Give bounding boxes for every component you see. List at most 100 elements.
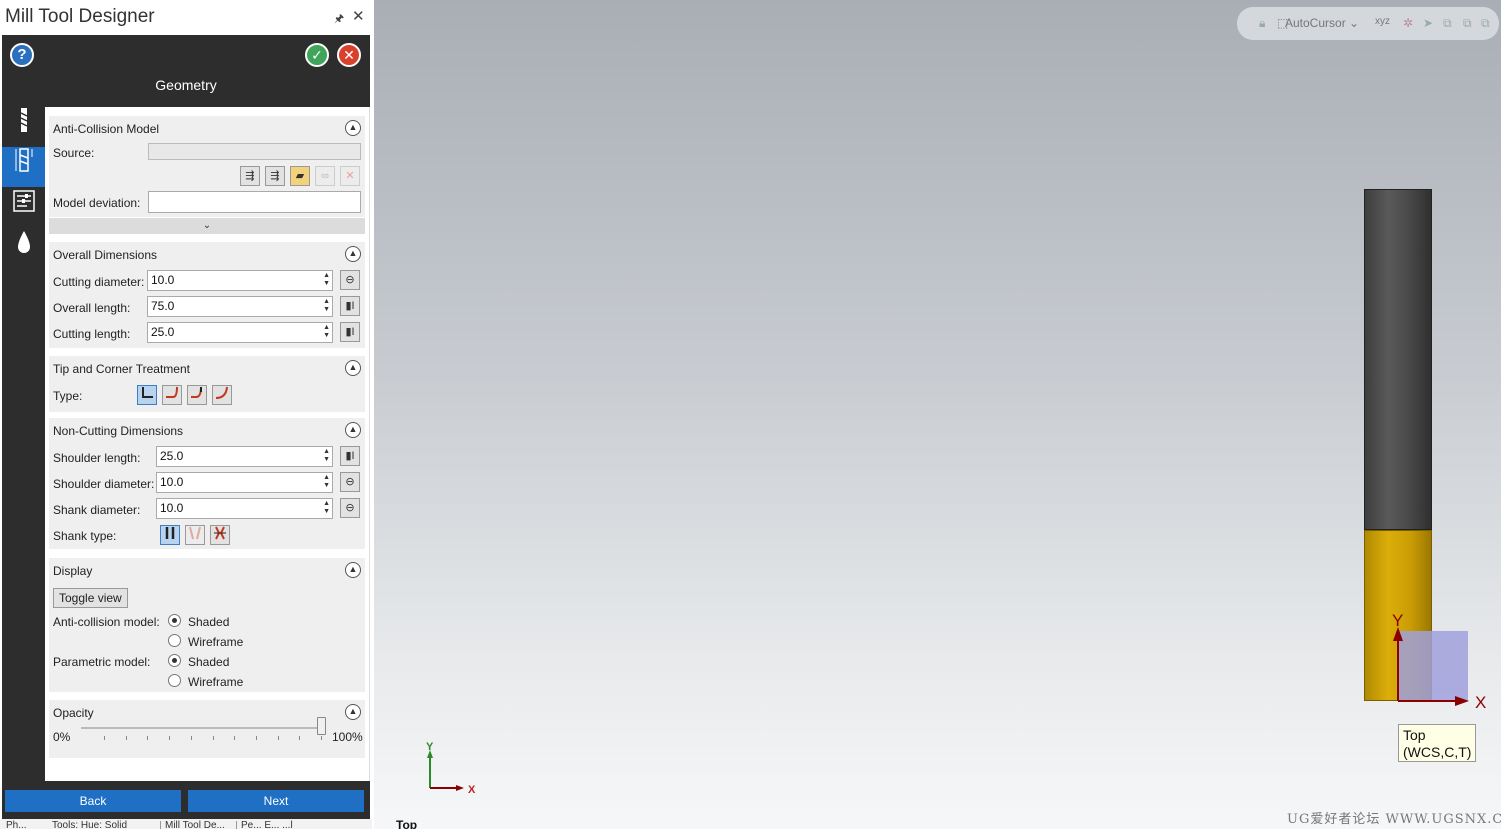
overall-length-value: 75.0 xyxy=(151,299,175,313)
diameter-icon[interactable]: ⊖ xyxy=(340,472,360,492)
parametric-wireframe-radio[interactable] xyxy=(168,674,181,687)
autocursor-dropdown[interactable]: AutoCursor ⌄ xyxy=(1285,16,1359,30)
spinner-icon[interactable]: ▲ ▼ xyxy=(323,448,330,464)
straight-shank-icon[interactable] xyxy=(160,525,180,545)
overall-length-input[interactable]: 75.0 ▲ ▼ xyxy=(147,296,333,317)
xyz-icon[interactable]: xyz xyxy=(1375,16,1390,27)
mini-x-label: X xyxy=(468,784,476,796)
collapse-icon[interactable]: ▲ xyxy=(345,120,361,136)
diameter-icon[interactable]: ⊖ xyxy=(340,270,360,290)
anti-collision-model-label: Anti-collision model: xyxy=(53,615,160,629)
panel-header: ? ✓ ✕ Geometry xyxy=(2,35,370,107)
necked-shank-icon[interactable] xyxy=(210,525,230,545)
cutting-length-value: 25.0 xyxy=(151,325,175,339)
mill-tool-designer-panel: Mill Tool Designer 🖈 ✕ ? ✓ ✕ Geometry An… xyxy=(0,0,372,829)
next-button[interactable]: Next xyxy=(188,790,364,812)
length-icon[interactable]: ▮I xyxy=(340,296,360,316)
snap-icon[interactable]: ✲ xyxy=(1403,16,1413,30)
flat-tip-icon[interactable] xyxy=(137,385,157,405)
slider-tick xyxy=(169,736,171,740)
pin-icon[interactable]: 🖈 xyxy=(334,10,344,29)
select-icon[interactable]: ➤ xyxy=(1423,16,1433,30)
bottom-tab[interactable]: Mill Tool De... xyxy=(160,821,225,829)
view-icon[interactable]: ⧉ xyxy=(1481,16,1490,31)
shoulder-diameter-input[interactable]: 10.0 ▲ ▼ xyxy=(156,472,333,493)
length-icon[interactable]: ▮I xyxy=(340,446,360,466)
section-title: Non-Cutting Dimensions xyxy=(53,424,184,438)
collapse-icon[interactable]: ▲ xyxy=(345,562,361,578)
shank-diameter-label: Shank diameter: xyxy=(53,503,141,517)
view-name-label: Top xyxy=(396,818,418,829)
spinner-icon[interactable]: ▲ ▼ xyxy=(323,474,330,490)
tapered-shank-icon[interactable] xyxy=(185,525,205,545)
model-deviation-input[interactable] xyxy=(148,191,361,213)
view-icon[interactable]: ⧉ xyxy=(1443,16,1452,31)
opacity-max-label: 100% xyxy=(332,730,363,744)
close-icon[interactable]: ✕ xyxy=(352,7,365,25)
navigation-bar: Back Next xyxy=(2,781,370,819)
radio-label: Shaded xyxy=(188,615,230,629)
open-folder-icon[interactable]: ▰ xyxy=(290,166,310,186)
view-tooltip-line: (WCS,C,T) xyxy=(1403,744,1472,760)
shoulder-diameter-label: Shoulder diameter: xyxy=(53,477,155,491)
anti-collision-shaded-radio[interactable] xyxy=(168,614,181,627)
import-model-icon[interactable]: ⇶ xyxy=(240,166,260,186)
tool-shank-model[interactable] xyxy=(1364,189,1432,530)
bottom-tab-strip: Ph... Tools: Hue: Solid Mill Tool De... … xyxy=(0,819,372,829)
tool-geometry-icon[interactable] xyxy=(2,147,45,187)
watermark-text: UG爱好者论坛 WWW.UGSNX.COM xyxy=(1287,812,1501,827)
tool-holder-icon[interactable] xyxy=(2,229,45,269)
cutting-diameter-value: 10.0 xyxy=(151,273,175,287)
parametric-shaded-radio[interactable] xyxy=(168,654,181,667)
cutting-diameter-label: Cutting diameter: xyxy=(53,275,145,289)
spinner-icon[interactable]: ▲ ▼ xyxy=(323,272,330,288)
source-field xyxy=(148,143,361,160)
chamfer-tip-icon[interactable] xyxy=(187,385,207,405)
cutting-length-input[interactable]: 25.0 ▲ ▼ xyxy=(147,322,333,343)
panel-titlebar: Mill Tool Designer 🖈 ✕ xyxy=(0,0,372,35)
section-title: Anti-Collision Model xyxy=(53,122,160,136)
collapse-icon[interactable]: ▲ xyxy=(345,246,361,262)
bottom-tab[interactable]: Tools: Hue: Solid xyxy=(52,821,127,829)
opacity-slider-thumb[interactable] xyxy=(317,717,326,735)
expand-more-icon[interactable]: ⌄ xyxy=(49,218,365,234)
cutting-length-label: Cutting length: xyxy=(53,327,131,341)
help-icon[interactable]: ? xyxy=(10,43,34,67)
cancel-icon[interactable]: ✕ xyxy=(337,43,361,67)
collapse-icon[interactable]: ▲ xyxy=(345,704,361,720)
ball-tip-icon[interactable] xyxy=(212,385,232,405)
corner-radius-icon[interactable] xyxy=(162,385,182,405)
collapse-icon[interactable]: ▲ xyxy=(345,422,361,438)
geometry-form: Anti-Collision Model ▲ Source: ⇶ ⇶ ▰ ∞ ✕… xyxy=(45,107,370,781)
shank-diameter-input[interactable]: 10.0 ▲ ▼ xyxy=(156,498,333,519)
bottom-tab[interactable]: Ph... xyxy=(6,821,27,829)
anti-collision-wireframe-radio[interactable] xyxy=(168,634,181,647)
mini-y-label: Y xyxy=(426,741,434,753)
view-icon[interactable]: ⧉ xyxy=(1463,16,1472,31)
lock-icon[interactable]: 🔒︎ xyxy=(1259,16,1265,31)
link-icon: ∞ xyxy=(315,166,335,186)
slider-tick xyxy=(125,736,127,740)
bottom-tab[interactable]: Pe... E... ...l xyxy=(236,821,293,829)
view-tooltip: Top (WCS,C,T) xyxy=(1398,724,1476,762)
slider-tick xyxy=(234,736,236,740)
display-section: Display ▲ Toggle view Anti-collision mod… xyxy=(49,558,365,692)
cutting-diameter-input[interactable]: 10.0 ▲ ▼ xyxy=(147,270,333,291)
shoulder-length-input[interactable]: 25.0 ▲ ▼ xyxy=(156,446,333,467)
spinner-icon[interactable]: ▲ ▼ xyxy=(323,298,330,314)
slider-tick xyxy=(190,736,192,740)
spinner-icon[interactable]: ▲ ▼ xyxy=(323,324,330,340)
end-mill-icon[interactable] xyxy=(2,107,45,147)
toggle-view-button[interactable]: Toggle view xyxy=(53,588,128,608)
tool-properties-icon[interactable] xyxy=(2,188,45,228)
spinner-icon[interactable]: ▲ ▼ xyxy=(323,500,330,516)
type-label: Type: xyxy=(53,389,83,403)
graphics-viewport[interactable]: 🔒︎ ⬚ AutoCursor ⌄ xyz ✲ ➤ ⧉ ⧉ ⧉ Y X Top … xyxy=(374,0,1501,829)
back-button[interactable]: Back xyxy=(5,790,181,812)
ok-icon[interactable]: ✓ xyxy=(305,43,329,67)
length-icon[interactable]: ▮I xyxy=(340,322,360,342)
opacity-slider-track[interactable] xyxy=(81,727,321,729)
diameter-icon[interactable]: ⊖ xyxy=(340,498,360,518)
import-assembly-icon[interactable]: ⇶ xyxy=(265,166,285,186)
collapse-icon[interactable]: ▲ xyxy=(345,360,361,376)
